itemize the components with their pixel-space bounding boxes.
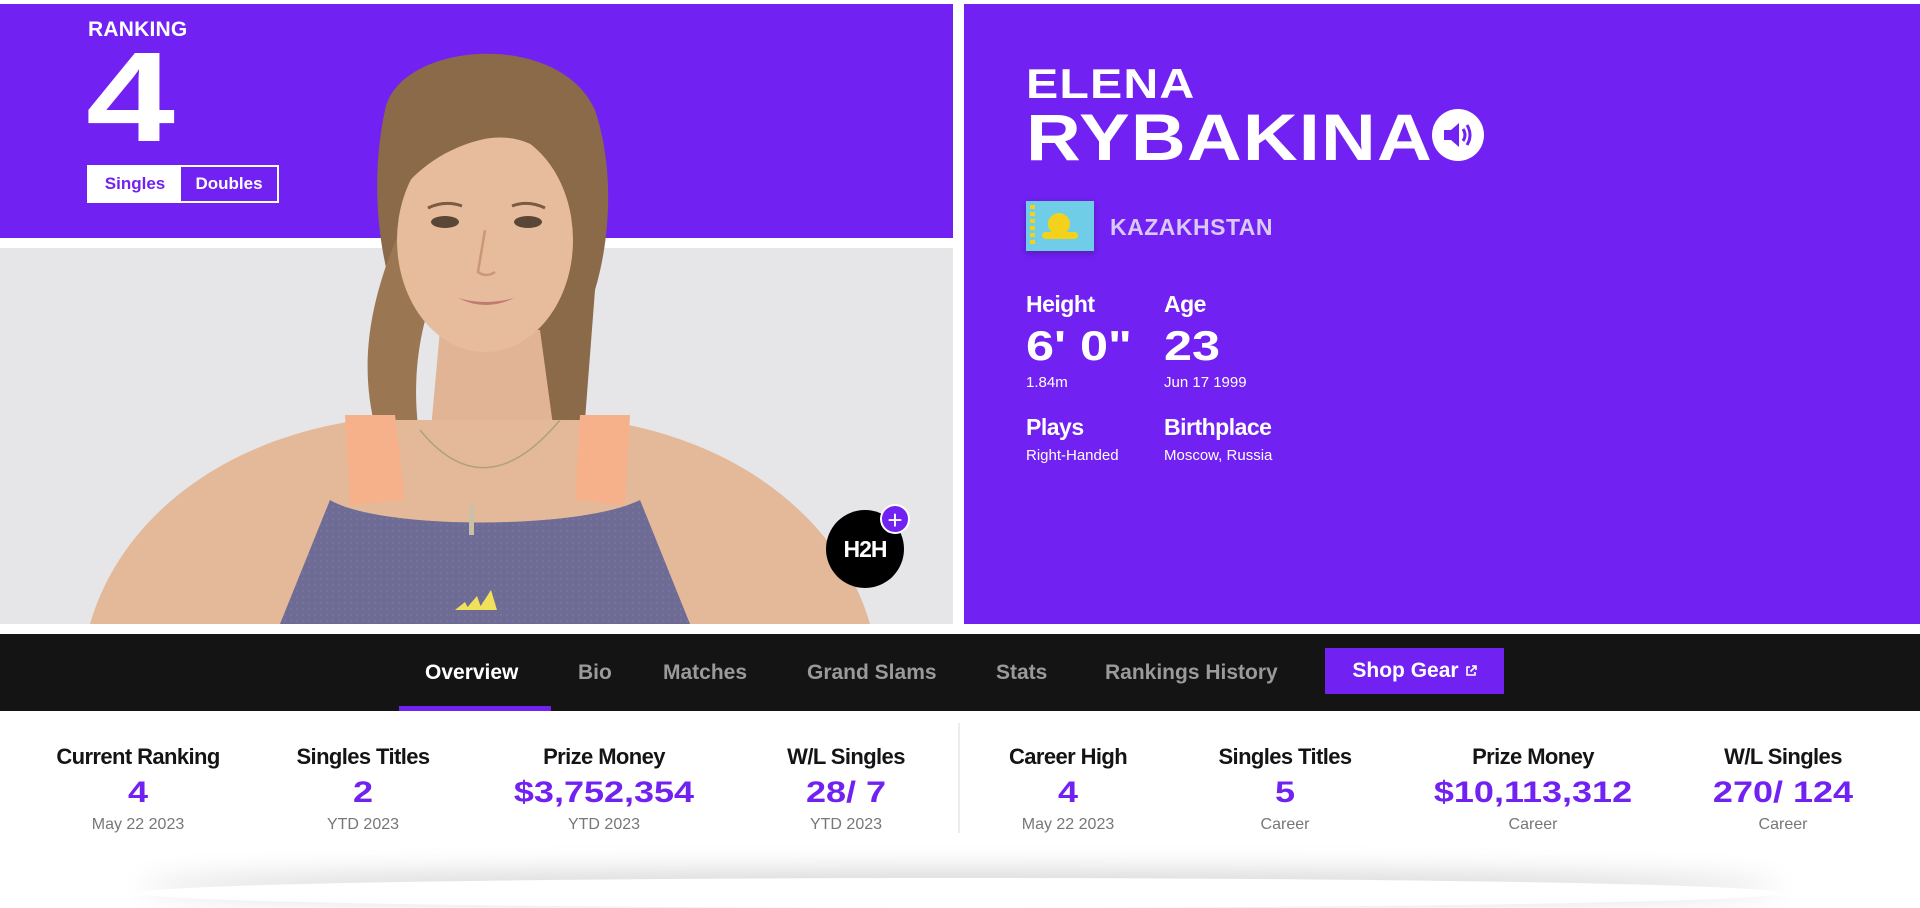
stat-sub: Career — [1758, 816, 1808, 833]
stat-sub: May 22 2023 — [1021, 816, 1115, 833]
birthdate: Jun 17 1999 — [1164, 374, 1247, 391]
stat-sub: YTD 2023 — [567, 816, 641, 833]
top-rule — [0, 0, 1920, 4]
plus-icon[interactable]: + — [880, 504, 910, 534]
stat-wl-singles-ytd: W/L Singles 28/ 7 YTD 2023 — [726, 711, 966, 834]
stat-label: Singles Titles — [1218, 744, 1352, 769]
stat-label: Career High — [1008, 744, 1128, 769]
plays-value: Right-Handed — [1026, 447, 1119, 464]
stat-singles-titles-career: Singles Titles 5 Career — [1165, 711, 1405, 834]
stat-label: W/L Singles — [1724, 744, 1842, 769]
player-photo-panel: RANKING 4 Singles Doubles — [0, 0, 953, 624]
stat-label: Singles Titles — [296, 744, 430, 769]
tab-grand-slams[interactable]: Grand Slams — [807, 634, 937, 711]
tab-bio[interactable]: Bio — [578, 634, 612, 711]
shop-gear-label: Shop Gear — [1352, 659, 1459, 682]
external-link-icon — [1465, 665, 1477, 676]
birthplace-value: Moscow, Russia — [1164, 447, 1273, 464]
stat-label: W/L Singles — [787, 744, 905, 769]
player-country: KAZAKHSTAN — [1110, 214, 1274, 240]
stat-prize-money-career: Prize Money $10,113,312 Career — [1413, 711, 1653, 834]
shop-gear-button[interactable]: Shop Gear — [1325, 648, 1504, 694]
tab-matches[interactable]: Matches — [663, 634, 747, 711]
stat-singles-titles-ytd: Singles Titles 2 YTD 2023 — [243, 711, 483, 834]
stat-wl-singles-career: W/L Singles 270/ 124 Career — [1663, 711, 1903, 834]
stat-value: 5 — [1274, 776, 1296, 809]
profile-nav: Overview Bio Matches Grand Slams Stats R… — [0, 634, 1920, 711]
age-label: Age — [1164, 291, 1206, 317]
stat-prize-money-ytd: Prize Money $3,752,354 YTD 2023 — [484, 711, 724, 834]
player-info-panel: ELENA RYBAKINA KAZAKHSTAN Height 6' 0" 1… — [964, 4, 1920, 624]
stat-label: Prize Money — [543, 744, 665, 769]
doubles-toggle-button[interactable]: Doubles — [181, 167, 277, 201]
singles-toggle-button[interactable]: Singles — [89, 167, 181, 201]
age-value: 23 — [1164, 322, 1221, 369]
tab-stats[interactable]: Stats — [996, 634, 1047, 711]
ranking-type-toggle[interactable]: Singles Doubles — [87, 165, 279, 203]
stats-row: Current Ranking 4 May 22 2023 Singles Ti… — [0, 711, 1920, 896]
stat-sub: YTD 2023 — [326, 816, 400, 833]
content-card-shadow — [140, 878, 1780, 908]
stat-value: 270/ 124 — [1712, 776, 1854, 809]
pronunciation-button[interactable] — [1432, 109, 1484, 161]
plays-label: Plays — [1026, 414, 1084, 440]
height-metric: 1.84m — [1026, 374, 1068, 391]
stat-sub: Career — [1260, 816, 1310, 833]
tab-overview[interactable]: Overview — [425, 634, 518, 711]
stat-sub: YTD 2023 — [809, 816, 883, 833]
kazakhstan-flag-icon — [1026, 201, 1094, 251]
stat-label: Current Ranking — [56, 744, 220, 769]
player-last-name: RYBAKINA — [1026, 100, 1433, 174]
height-value: 6' 0" — [1026, 322, 1132, 369]
stat-career-high: Career High 4 May 22 2023 — [948, 711, 1188, 834]
stat-value: $10,113,312 — [1433, 776, 1633, 809]
ranking-number: 4 — [86, 26, 175, 169]
height-label: Height — [1026, 291, 1095, 317]
stat-label: Prize Money — [1472, 744, 1594, 769]
stat-sub: Career — [1508, 816, 1558, 833]
stat-current-ranking: Current Ranking 4 May 22 2023 — [18, 711, 258, 834]
speaker-icon — [1444, 123, 1472, 147]
birthplace-label: Birthplace — [1164, 414, 1272, 440]
tab-rankings-history[interactable]: Rankings History — [1105, 634, 1278, 711]
stat-sub: May 22 2023 — [91, 816, 185, 833]
